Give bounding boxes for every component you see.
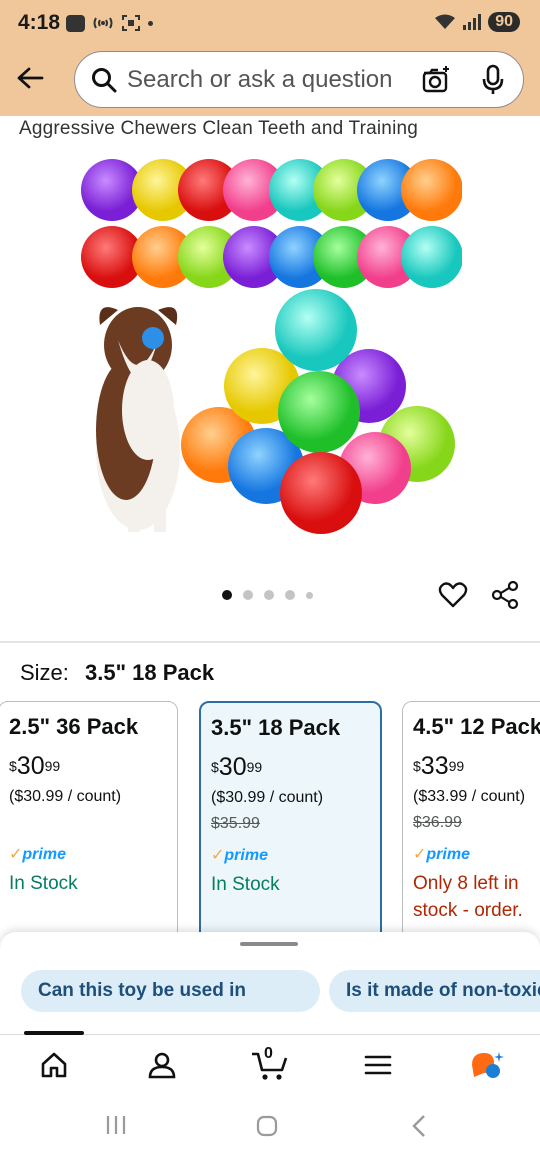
sheet-drag-handle[interactable] (240, 942, 298, 946)
variant-name: 2.5" 36 Pack (9, 714, 139, 739)
signal-icon (463, 14, 482, 30)
nav-menu[interactable] (358, 1047, 398, 1083)
search-bar[interactable] (74, 51, 524, 108)
carousel-dot[interactable] (222, 590, 232, 600)
ball-pile (181, 289, 455, 534)
variant-card-4-5-12-pack[interactable]: 4.5" 12 Pack $3399 ($33.99 / count) $36.… (402, 701, 540, 951)
variant-list-price: $35.99 (211, 815, 260, 832)
selected-size: 3.5" 18 Pack (85, 660, 215, 685)
question-chip[interactable]: Is it made of non-toxic (329, 970, 540, 1012)
variant-price: $3399 (413, 752, 465, 780)
account-icon (148, 1052, 176, 1079)
screenshot-icon (122, 15, 140, 31)
nav-rufus[interactable] (466, 1047, 506, 1083)
status-bar: 4:18 90 (0, 0, 540, 46)
variant-price: $3099 (9, 752, 61, 780)
system-nav-bar (0, 1092, 540, 1158)
wifi-icon (435, 14, 456, 29)
product-image[interactable] (78, 150, 462, 540)
recent-apps-icon[interactable] (104, 1114, 128, 1136)
variant-stock: Only 8 left in stock - order. (413, 873, 523, 921)
carousel-dot[interactable] (264, 590, 274, 600)
nfc-icon (93, 17, 113, 29)
system-status: 90 (434, 12, 520, 32)
notification-app-icon (66, 14, 85, 32)
nav-account[interactable] (142, 1047, 182, 1083)
carousel-dot[interactable] (243, 590, 253, 600)
system-back-icon[interactable] (409, 1114, 429, 1138)
variant-stock: In Stock (9, 873, 78, 894)
status-time: 4:18 (18, 11, 61, 34)
prime-badge: ✓prime (9, 846, 66, 863)
rufus-icon (472, 1052, 504, 1078)
questions-sheet: Can this toy be used in Is it made of no… (0, 932, 540, 1034)
variant-price: $3099 (211, 753, 263, 781)
ball-grid-top (81, 159, 462, 288)
cart-count: 0 (264, 1045, 273, 1062)
variant-list-price (9, 814, 167, 834)
dog-illustration (96, 307, 180, 532)
variant-card-3-5-18-pack[interactable]: 3.5" 18 Pack $3099 ($30.99 / count) $35.… (199, 701, 382, 951)
variant-unit-price: ($33.99 / count) (413, 788, 526, 805)
prime-badge: ✓prime (413, 846, 470, 863)
variant-list-price: $36.99 (413, 814, 462, 831)
variant-unit-price: ($30.99 / count) (9, 788, 122, 805)
carousel-dot[interactable] (306, 591, 313, 599)
search-icon (92, 68, 117, 93)
variant-stock: In Stock (211, 874, 280, 895)
variant-name: 4.5" 12 Pack (413, 714, 540, 739)
back-button[interactable] (10, 58, 50, 98)
microphone-icon[interactable] (481, 64, 505, 96)
bottom-nav: 0 (0, 1031, 540, 1092)
search-input[interactable] (127, 63, 417, 97)
section-divider (0, 641, 540, 643)
home-icon (41, 1052, 67, 1078)
product-page: 4:18 90 Aggressive Chewers Clean Teeth (0, 0, 540, 1158)
variant-name: 3.5" 18 Pack (211, 715, 341, 740)
back-arrow-icon (17, 67, 44, 89)
active-tab-indicator (24, 1031, 84, 1035)
variant-card-2-5-36-pack[interactable]: 2.5" 36 Pack $3099 ($30.99 / count) ✓pri… (0, 701, 178, 951)
battery-indicator: 90 (488, 12, 520, 32)
nav-home[interactable] (34, 1047, 74, 1083)
more-notifications-dot (148, 20, 153, 26)
home-button-icon[interactable] (255, 1114, 279, 1138)
camera-search-icon[interactable] (421, 65, 451, 95)
product-title[interactable]: Aggressive Chewers Clean Teeth and Train… (19, 118, 418, 140)
size-selector: Size: 3.5" 18 Pack (20, 660, 214, 686)
heart-icon[interactable] (438, 580, 468, 610)
size-label: Size: (20, 660, 69, 685)
notification-icons (66, 14, 153, 32)
nav-cart[interactable]: 0 (248, 1045, 292, 1083)
share-icon[interactable] (491, 580, 521, 610)
question-chip[interactable]: Can this toy be used in (21, 970, 320, 1012)
prime-badge: ✓prime (211, 847, 268, 864)
image-carousel-dots[interactable] (222, 590, 313, 600)
app-header: 4:18 90 (0, 0, 540, 116)
carousel-dot[interactable] (285, 590, 295, 600)
menu-icon (364, 1055, 392, 1075)
variant-unit-price: ($30.99 / count) (211, 789, 324, 806)
